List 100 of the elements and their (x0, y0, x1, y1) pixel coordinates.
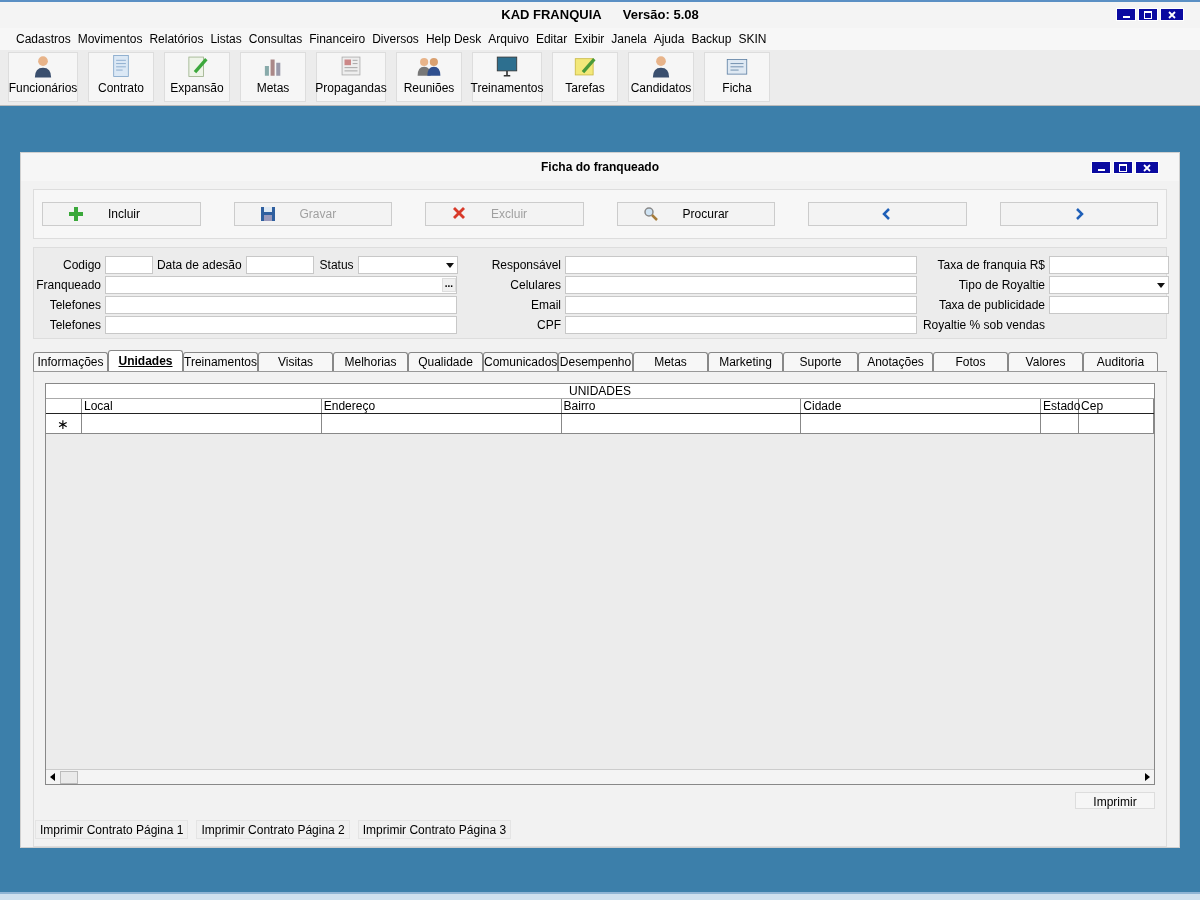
field-label: Franqueado (35, 277, 102, 294)
menu-item[interactable]: Relatórios (149, 30, 204, 48)
field-label: Telefones (48, 297, 102, 314)
toolbar-button[interactable]: Funcionários (8, 52, 78, 102)
menu-item[interactable]: Financeiro (309, 30, 366, 48)
field-label: CPF (536, 317, 562, 334)
field-label: Data de adesão (156, 257, 243, 274)
dropdown-field[interactable] (1049, 276, 1169, 294)
text-field[interactable] (105, 256, 153, 274)
text-field[interactable] (105, 316, 457, 334)
menu-item[interactable]: Help Desk (425, 30, 482, 48)
menu-item[interactable]: SKIN (738, 30, 767, 48)
toolbar-button[interactable]: Propagandas (316, 52, 386, 102)
window-title: Ficha do franqueado (541, 159, 659, 176)
dropdown-arrow-icon (1157, 282, 1165, 288)
tab[interactable]: Valores (1008, 352, 1083, 371)
menu-item[interactable]: Exibir (574, 30, 605, 48)
minimize-icon (1097, 169, 1105, 171)
scroll-right-icon[interactable] (1142, 772, 1152, 782)
menu-item[interactable]: Cadastros (16, 30, 71, 48)
toolbar-button[interactable]: Reuniões (396, 52, 462, 102)
grid-title: UNIDADES (46, 384, 1154, 399)
tab[interactable]: Anotações (858, 352, 933, 371)
toolbar-button[interactable]: Metas (240, 52, 306, 102)
magnifier-icon (642, 206, 659, 222)
text-field[interactable] (105, 296, 457, 314)
field-label: Royaltie % sob vendas (921, 317, 1046, 334)
field-label: Tipo de Royaltie (957, 277, 1046, 294)
column-header: Cep (1079, 399, 1155, 413)
minimize-button[interactable] (1091, 161, 1111, 174)
menu-item[interactable]: Ajuda (653, 30, 685, 48)
toolbar-button[interactable]: Ficha (704, 52, 770, 102)
minimize-button[interactable] (1116, 8, 1136, 21)
text-field[interactable] (1049, 296, 1169, 314)
text-field[interactable] (565, 256, 917, 274)
menu-item[interactable]: Editar (535, 30, 568, 48)
toolbar-button[interactable]: Contrato (88, 52, 154, 102)
column-header: Bairro (561, 399, 802, 413)
toolbar-button[interactable]: Candidatos (628, 52, 694, 102)
field-label: Codigo (61, 257, 102, 274)
tab[interactable]: Auditoria (1083, 352, 1158, 371)
close-button[interactable] (1160, 8, 1184, 21)
print-contract-button[interactable]: Imprimir Contrato Página 2 (196, 820, 350, 839)
tab[interactable]: Desempenho (558, 352, 633, 371)
action-button[interactable]: Incluir (42, 202, 201, 226)
maximize-icon (1144, 10, 1152, 19)
menu-item[interactable]: Listas (210, 30, 242, 48)
field-label: Responsável (490, 257, 562, 274)
toolbar-button[interactable]: Tarefas (552, 52, 618, 102)
scroll-left-icon[interactable] (48, 772, 58, 782)
action-button[interactable]: Procurar (616, 202, 776, 226)
menu-item[interactable]: Diversos (372, 30, 419, 48)
print-button[interactable]: Imprimir (1075, 792, 1155, 809)
close-icon (1143, 163, 1151, 172)
field-label: Taxa de publicidade (937, 297, 1046, 314)
delete-icon (451, 206, 468, 222)
maximize-button[interactable] (1138, 8, 1158, 21)
field-label: Taxa de franquia R$ (936, 257, 1046, 274)
text-field[interactable] (1049, 256, 1169, 274)
scroll-thumb[interactable] (60, 770, 78, 784)
tab[interactable]: Informações (33, 352, 108, 371)
ellipsis-button[interactable]: ... (441, 278, 456, 292)
menu-item[interactable]: Backup (691, 30, 732, 48)
tab[interactable]: Melhorias (333, 352, 408, 371)
text-field[interactable] (565, 296, 917, 314)
menu-item[interactable]: Movimentos (77, 30, 143, 48)
tab[interactable]: Treinamentos (183, 352, 258, 371)
tab[interactable]: Qualidade (408, 352, 483, 371)
toolbar-button[interactable]: Treinamentos (472, 52, 542, 102)
field-label: Email (530, 297, 562, 314)
plus-icon (68, 206, 84, 222)
horizontal-scrollbar[interactable] (46, 769, 1154, 784)
toolbar-button[interactable]: Expansão (164, 52, 230, 102)
field-label: Status (319, 257, 355, 274)
text-field[interactable] (245, 256, 314, 274)
dropdown-field[interactable] (357, 256, 458, 274)
next-button[interactable] (999, 202, 1158, 226)
column-header: Local (81, 399, 322, 413)
menu-item[interactable]: Arquivo (488, 30, 529, 48)
text-field[interactable] (565, 276, 917, 294)
tab[interactable]: Suporte (783, 352, 858, 371)
tab[interactable]: Comunicados (483, 352, 558, 371)
tab[interactable]: Metas (633, 352, 708, 371)
column-header: Endereço (321, 399, 562, 413)
maximize-button[interactable] (1113, 161, 1133, 174)
menu-item[interactable]: Janela (611, 30, 647, 48)
tab[interactable]: Marketing (708, 352, 783, 371)
column-header: Estado (1041, 399, 1080, 413)
previous-button[interactable] (808, 202, 967, 226)
print-contract-button[interactable]: Imprimir Contrato Página 3 (357, 820, 512, 839)
tab[interactable]: Unidades (108, 350, 183, 371)
text-field[interactable] (565, 316, 917, 334)
lookup-field[interactable]: ... (105, 276, 457, 294)
close-icon (1168, 10, 1176, 19)
print-contract-button[interactable]: Imprimir Contrato Página 1 (35, 820, 189, 839)
menu-item[interactable]: Consultas (248, 30, 303, 48)
tab[interactable]: Visitas (258, 352, 333, 371)
app-title: KAD FRANQUIA Versão: 5.08 (501, 6, 699, 25)
tab[interactable]: Fotos (933, 352, 1008, 371)
close-button[interactable] (1135, 161, 1159, 174)
